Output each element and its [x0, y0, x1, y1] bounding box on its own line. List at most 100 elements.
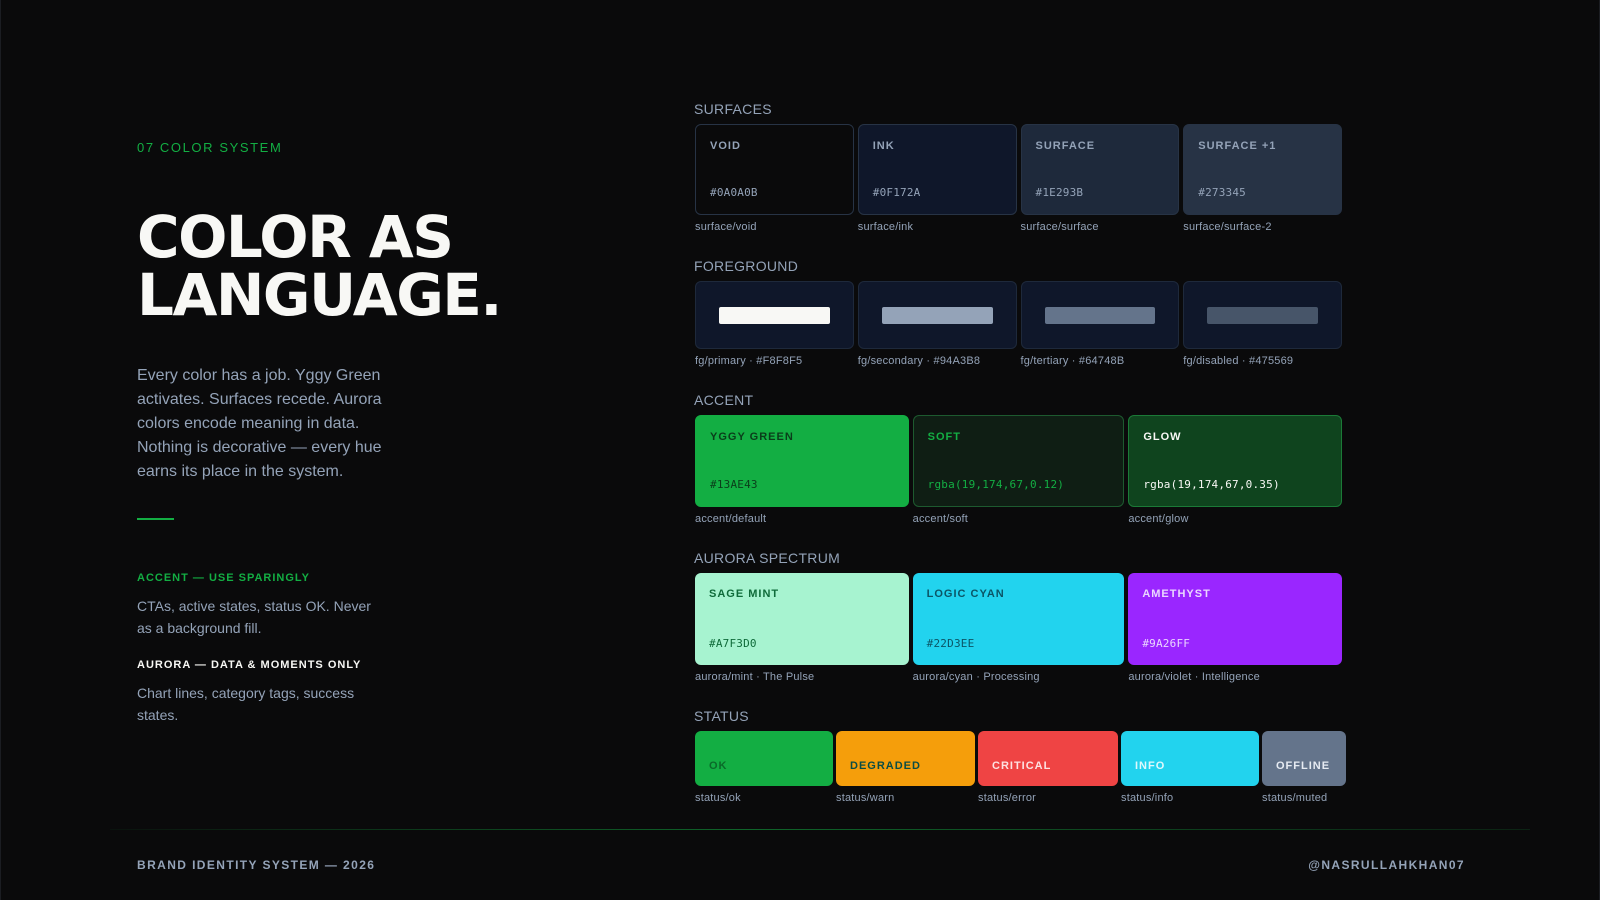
swatch-card: YGGY GREEN #13AE43 accent/default [695, 415, 909, 525]
color-bar [881, 307, 993, 324]
swatch-token: fg/primary · #F8F8F5 [695, 355, 803, 367]
swatch-token: surface/surface [1020, 221, 1099, 233]
swatch-name: GLOW [1143, 431, 1182, 443]
swatch-hex: #1E293B [1035, 186, 1084, 199]
status-row: OK status/ok DEGRADED status/warn CRITIC… [695, 731, 1346, 804]
footer-brand: BRAND IDENTITY SYSTEM — 2026 [137, 858, 376, 872]
swatch-glow: GLOW rgba(19,174,67,0.35) [1128, 415, 1342, 507]
accent-label: ACCENT [694, 392, 754, 408]
swatch-token: status/muted [1262, 792, 1328, 804]
swatch-token: accent/default [695, 513, 767, 525]
status-name: CRITICAL [992, 760, 1052, 772]
swatch-card: SOFT rgba(19,174,67,0.12) accent/soft [912, 415, 1125, 525]
swatch-sage-mint: SAGE MINT #A7F3D0 [695, 573, 909, 665]
status-error: CRITICAL [978, 731, 1118, 786]
swatch-token: fg/secondary · #94A3B8 [857, 355, 981, 367]
aurora-row: SAGE MINT #A7F3D0 aurora/mint · The Puls… [695, 573, 1346, 683]
swatch-card: CRITICAL status/error [978, 731, 1118, 804]
headline-line-2: LANGUAGE. [137, 261, 502, 329]
headline: COLOR AS LANGUAGE. [137, 203, 502, 329]
swatch-ink: INK #0F172A [857, 124, 1017, 215]
status-info: INFO [1121, 731, 1259, 786]
swatch-name: INK [872, 140, 895, 152]
aurora-note-body: Chart lines, category tags, success stat… [137, 685, 355, 723]
swatch-hex: #22D3EE [926, 637, 975, 650]
swatch-hex: #0F172A [872, 186, 921, 199]
section-eyebrow: 07 COLOR SYSTEM [137, 140, 283, 155]
swatch-token: status/warn [836, 792, 895, 804]
aurora-label: AURORA SPECTRUM [694, 550, 841, 566]
swatch-amethyst: AMETHYST #9A26FF [1128, 573, 1342, 665]
swatch-card: SURFACE #1E293B surface/surface [1020, 124, 1180, 233]
swatch-name: SURFACE [1035, 140, 1096, 152]
status-name: DEGRADED [850, 760, 921, 772]
swatch-card: OFFLINE status/muted [1262, 731, 1346, 804]
swatch-card: DEGRADED status/warn [836, 731, 975, 804]
swatch-name: SOFT [927, 431, 961, 443]
swatch-token: status/info [1121, 792, 1174, 804]
swatch-card: OK status/ok [695, 731, 833, 804]
swatch-fg-secondary [857, 281, 1017, 349]
swatch-fg-tertiary [1020, 281, 1180, 349]
swatch-logic-cyan: LOGIC CYAN #22D3EE [912, 573, 1125, 665]
swatch-name: AMETHYST [1142, 588, 1211, 600]
accent-note-title: ACCENT — USE SPARINGLY [137, 572, 310, 584]
swatch-card: GLOW rgba(19,174,67,0.35) accent/glow [1128, 415, 1342, 525]
color-bar [719, 307, 830, 324]
swatch-surface-2: SURFACE +1 #273345 [1183, 124, 1342, 215]
swatch-name: SURFACE +1 [1198, 140, 1277, 152]
swatch-soft: SOFT rgba(19,174,67,0.12) [912, 415, 1125, 507]
swatch-token: surface/surface-2 [1183, 221, 1272, 233]
swatch-name: YGGY GREEN [710, 431, 794, 443]
swatch-hex: rgba(19,174,67,0.12) [927, 478, 1065, 491]
swatch-card: VOID #0A0A0B surface/void [695, 124, 854, 233]
swatch-surface: SURFACE #1E293B [1020, 124, 1180, 215]
swatch-yggy-green: YGGY GREEN #13AE43 [695, 415, 909, 507]
surfaces-row: VOID #0A0A0B surface/void INK #0F172A su… [695, 124, 1346, 233]
swatch-name: LOGIC CYAN [926, 588, 1005, 600]
swatch-token: aurora/cyan · Processing [912, 671, 1040, 683]
status-warn: DEGRADED [836, 731, 975, 786]
swatch-hex: #13AE43 [710, 478, 758, 491]
swatch-hex: #273345 [1198, 186, 1247, 199]
swatch-fg-primary [695, 281, 854, 349]
swatch-card: SAGE MINT #A7F3D0 aurora/mint · The Puls… [695, 573, 909, 683]
swatch-token: surface/ink [857, 221, 914, 233]
swatch-card: fg/primary · #F8F8F5 [695, 281, 854, 367]
status-name: INFO [1135, 760, 1166, 772]
accent-divider [137, 518, 174, 520]
swatch-card: INFO status/info [1121, 731, 1259, 804]
color-bar [1207, 307, 1318, 324]
swatch-card: fg/disabled · #475569 [1183, 281, 1342, 367]
swatch-hex: rgba(19,174,67,0.35) [1143, 478, 1280, 491]
swatch-token: accent/glow [1128, 513, 1189, 525]
swatch-hex: #0A0A0B [710, 186, 758, 199]
swatch-card: fg/secondary · #94A3B8 [857, 281, 1017, 367]
swatch-card: fg/tertiary · #64748B [1020, 281, 1180, 367]
swatch-card: SURFACE +1 #273345 surface/surface-2 [1183, 124, 1342, 233]
color-bar [1044, 307, 1156, 324]
status-name: OFFLINE [1276, 760, 1331, 772]
status-ok: OK [695, 731, 833, 786]
footer-handle: @NASRULLAHKHAN07 [1308, 858, 1465, 872]
swatch-card: AMETHYST #9A26FF aurora/violet · Intelli… [1128, 573, 1342, 683]
swatch-token: status/error [978, 792, 1037, 804]
swatch-void: VOID #0A0A0B [695, 124, 854, 215]
accent-note-body: CTAs, active states, status OK. Never as… [137, 598, 371, 636]
foreground-label: FOREGROUND [694, 258, 799, 274]
swatch-token: aurora/violet · Intelligence [1128, 671, 1260, 683]
intro-paragraph: Every color has a job. Yggy Green activa… [137, 367, 382, 480]
status-muted: OFFLINE [1262, 731, 1346, 786]
footer-divider [110, 829, 1530, 830]
surfaces-label: SURFACES [694, 101, 772, 117]
swatch-hex: #9A26FF [1142, 637, 1191, 650]
swatch-hex: #A7F3D0 [709, 637, 757, 650]
swatch-token: fg/disabled · #475569 [1183, 355, 1294, 367]
swatch-card: LOGIC CYAN #22D3EE aurora/cyan · Process… [912, 573, 1125, 683]
swatch-token: aurora/mint · The Pulse [695, 671, 815, 683]
swatch-token: status/ok [695, 792, 741, 804]
headline-line-1: COLOR AS [137, 203, 454, 271]
swatch-token: fg/tertiary · #64748B [1020, 355, 1125, 367]
swatch-name: SAGE MINT [709, 588, 780, 600]
swatch-card: INK #0F172A surface/ink [857, 124, 1017, 233]
